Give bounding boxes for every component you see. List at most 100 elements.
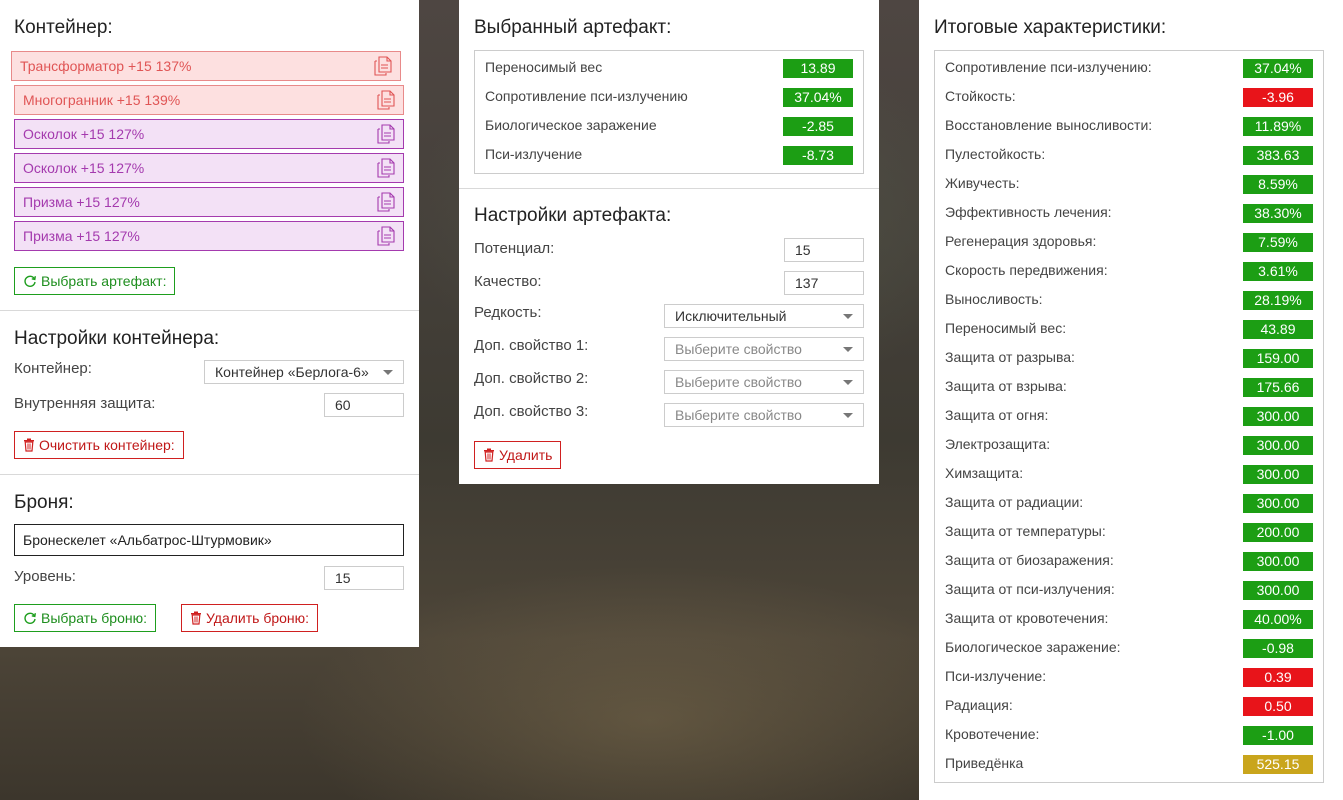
selected-artifact-stats: Переносимый вес 13.89 Сопротивление пси-из…	[474, 50, 864, 174]
delete-artifact-label: Удалить	[499, 447, 553, 463]
inner-protection-input[interactable]: 60	[324, 393, 404, 417]
select-armor-button[interactable]: Выбрать броню:	[14, 604, 156, 632]
copy-icon[interactable]	[377, 158, 395, 178]
delete-armor-button[interactable]: Удалить броню:	[181, 604, 319, 632]
totals-stats: Сопротивление пси-излучению: 37.04% Стойко…	[934, 50, 1324, 783]
stat-value-badge: 40.00%	[1243, 610, 1313, 629]
stat-row: Пси-излучение -8.73	[475, 141, 863, 170]
rarity-label: Редкость:	[474, 304, 542, 321]
stat-row: Эффективность лечения: 38.30%	[935, 199, 1323, 228]
chevron-down-icon	[843, 347, 853, 352]
stat-row: Приведёнка 525.15	[935, 750, 1323, 779]
inner-protection-label: Внутренняя защита:	[14, 395, 156, 412]
stat-row: Пулестойкость: 383.63	[935, 141, 1323, 170]
stat-row: Переносимый вес 13.89	[475, 54, 863, 83]
stat-name: Пулестойкость:	[945, 146, 1046, 162]
select-artifact-label: Выбрать артефакт:	[41, 273, 167, 289]
stat-value-badge: 159.00	[1243, 349, 1313, 368]
stat-value-badge: 43.89	[1243, 320, 1313, 339]
divider	[0, 474, 419, 475]
chevron-down-icon	[843, 413, 853, 418]
artifact-slot[interactable]: Призма +15 127%	[14, 187, 404, 217]
copy-icon[interactable]	[377, 90, 395, 110]
container-select[interactable]: Контейнер «Берлога-6»	[204, 360, 404, 384]
artifact-slot-label: Осколок +15 127%	[23, 126, 145, 142]
clear-container-label: Очистить контейнер:	[39, 437, 175, 453]
stat-value-badge: 38.30%	[1243, 204, 1313, 223]
stat-name: Защита от пси-излучения:	[945, 581, 1115, 597]
armor-level-input[interactable]: 15	[324, 566, 404, 590]
container-select-label: Контейнер:	[14, 360, 92, 377]
refresh-icon	[24, 275, 36, 288]
artifact-slot-label: Призма +15 127%	[23, 194, 140, 210]
stat-value-badge: 383.63	[1243, 146, 1313, 165]
copy-icon[interactable]	[377, 226, 395, 246]
stat-row: Электрозащита: 300.00	[935, 431, 1323, 460]
artifact-slot[interactable]: Осколок +15 127%	[14, 153, 404, 183]
artifact-slot-label: Многогранник +15 139%	[23, 92, 181, 108]
stat-name: Защита от взрыва:	[945, 378, 1067, 394]
chevron-down-icon	[383, 370, 393, 375]
artifact-slot[interactable]: Трансформатор +15 137%	[11, 51, 401, 81]
artifact-slot[interactable]: Призма +15 127%	[14, 221, 404, 251]
artifact-panel: Выбранный артефакт: Переносимый вес 13.89…	[459, 0, 879, 484]
delete-artifact-button[interactable]: Удалить	[474, 441, 562, 469]
stat-name: Переносимый вес	[485, 59, 603, 75]
copy-icon[interactable]	[377, 124, 395, 144]
chevron-down-icon	[843, 314, 853, 319]
stat-row: Защита от температуры: 200.00	[935, 518, 1323, 547]
stat-value-badge: 200.00	[1243, 523, 1313, 542]
stat-name: Регенерация здоровья:	[945, 233, 1097, 249]
stat-value-badge: 300.00	[1243, 407, 1313, 426]
stat-row: Пси-излучение: 0.39	[935, 663, 1323, 692]
armor-name-field[interactable]: Бронескелет «Альбатрос-Штурмовик»	[14, 524, 404, 556]
stat-name: Пси-излучение	[485, 146, 583, 162]
stat-value-badge: -2.85	[783, 117, 853, 136]
artifact-slot-label: Призма +15 127%	[23, 228, 140, 244]
stat-row: Регенерация здоровья: 7.59%	[935, 228, 1323, 257]
trash-icon	[191, 611, 201, 625]
armor-level-label: Уровень:	[14, 568, 76, 585]
artifact-slot-label: Трансформатор +15 137%	[20, 58, 192, 74]
stat-name: Биологическое заражение:	[945, 639, 1121, 655]
stat-name: Защита от радиации:	[945, 494, 1084, 510]
stat-value-badge: 11.89%	[1243, 117, 1313, 136]
stat-row: Восстановление выносливости: 11.89%	[935, 112, 1323, 141]
container-title: Контейнер:	[14, 17, 113, 38]
copy-icon[interactable]	[377, 192, 395, 212]
stat-value-badge: 13.89	[783, 59, 853, 78]
stat-row: Радиация: 0.50	[935, 692, 1323, 721]
stat-value-badge: 0.50	[1243, 697, 1313, 716]
stat-name: Биологическое заражение	[485, 117, 657, 133]
stat-row: Защита от радиации: 300.00	[935, 489, 1323, 518]
rarity-select[interactable]: Исключительный	[664, 304, 864, 328]
stat-row: Химзащита: 300.00	[935, 460, 1323, 489]
artifact-slot-label: Осколок +15 127%	[23, 160, 145, 176]
stat-name: Сопротивление пси-излучению:	[945, 59, 1152, 75]
artifact-settings-title: Настройки артефакта:	[474, 205, 672, 226]
artifact-slot[interactable]: Многогранник +15 139%	[14, 85, 404, 115]
stat-name: Электрозащита:	[945, 436, 1051, 452]
clear-container-button[interactable]: Очистить контейнер:	[14, 431, 184, 459]
prop1-label: Доп. свойство 1:	[474, 337, 589, 354]
stat-value-badge: -1.00	[1243, 726, 1313, 745]
quality-input[interactable]: 137	[784, 271, 864, 295]
stat-name: Химзащита:	[945, 465, 1024, 481]
prop2-select[interactable]: Выберите свойство	[664, 370, 864, 394]
stat-row: Защита от взрыва: 175.66	[935, 373, 1323, 402]
totals-title: Итоговые характеристики:	[934, 17, 1167, 38]
stat-name: Скорость передвижения:	[945, 262, 1108, 278]
stat-row: Кровотечение: -1.00	[935, 721, 1323, 750]
stat-value-badge: 175.66	[1243, 378, 1313, 397]
potential-input[interactable]: 15	[784, 238, 864, 262]
copy-icon[interactable]	[374, 56, 392, 76]
select-artifact-button[interactable]: Выбрать артефакт:	[14, 267, 176, 295]
stat-value-badge: 37.04%	[1243, 59, 1313, 78]
prop1-select[interactable]: Выберите свойство	[664, 337, 864, 361]
stat-row: Защита от пси-излучения: 300.00	[935, 576, 1323, 605]
stat-name: Сопротивление пси-излучению	[485, 88, 688, 104]
prop3-select[interactable]: Выберите свойство	[664, 403, 864, 427]
stat-name: Защита от огня:	[945, 407, 1049, 423]
artifact-slot[interactable]: Осколок +15 127%	[14, 119, 404, 149]
stat-name: Защита от разрыва:	[945, 349, 1075, 365]
